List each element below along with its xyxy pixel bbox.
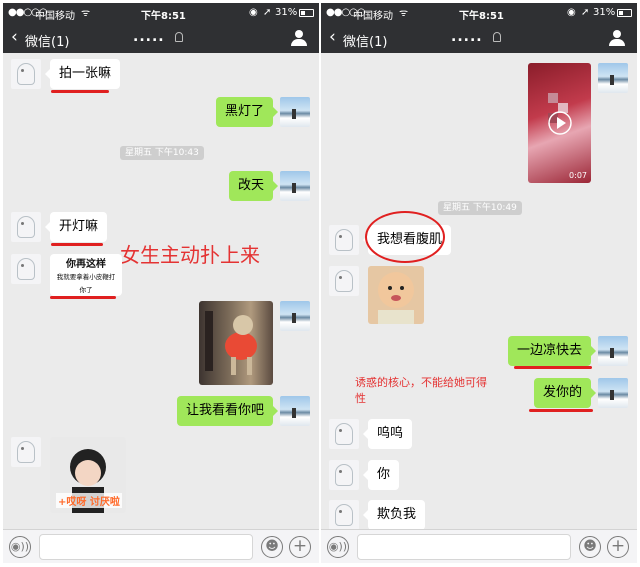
photo-message[interactable] bbox=[199, 301, 273, 385]
annotation-underline bbox=[529, 409, 593, 412]
timestamp: 星期五 下午10:49 bbox=[438, 201, 522, 215]
message-input[interactable] bbox=[357, 534, 571, 560]
nav-bar: ‹ 微信(1) ..... bbox=[3, 23, 319, 53]
chat-title: ..... bbox=[451, 29, 483, 45]
contact-avatar[interactable] bbox=[11, 212, 41, 242]
input-toolbar: ◉)) ☻ + bbox=[3, 529, 319, 563]
emoji-icon[interactable]: ☻ bbox=[261, 536, 283, 558]
annotation-underline bbox=[514, 366, 592, 369]
contact-info-icon[interactable] bbox=[609, 30, 625, 46]
contact-avatar[interactable] bbox=[11, 254, 41, 284]
wifi-icon: ᯤ bbox=[81, 8, 91, 19]
rotation-lock-icon: ◉ bbox=[567, 7, 576, 18]
nav-bar: ‹ 微信(1) ..... bbox=[321, 23, 637, 53]
battery-percent: 31% bbox=[593, 7, 616, 18]
video-play-icon bbox=[548, 93, 572, 135]
voice-input-icon[interactable]: ◉)) bbox=[327, 536, 349, 558]
sticker-image[interactable]: 你再这样 我就要拿着小皮鞭打你了 bbox=[50, 254, 122, 296]
back-chevron-icon[interactable]: ‹ bbox=[329, 28, 336, 46]
status-bar: ●●○○○ 中国移动 ᯤ 下午8:51 ◉ ➚ 31% bbox=[321, 3, 637, 23]
chat-title: ..... bbox=[133, 29, 165, 45]
status-time: 下午8:51 bbox=[141, 11, 186, 22]
carrier-label: 中国移动 bbox=[353, 11, 393, 22]
message-received[interactable]: 开灯嘛 bbox=[44, 212, 108, 242]
back-button[interactable]: 微信(1) bbox=[343, 31, 387, 50]
dog-photo-icon bbox=[205, 311, 257, 375]
message-received[interactable]: 你 bbox=[362, 460, 400, 490]
message-sent[interactable]: 改天 bbox=[228, 171, 279, 201]
self-avatar[interactable] bbox=[280, 301, 310, 331]
sticker-text: 你再这样 bbox=[66, 259, 106, 270]
annotation-underline bbox=[51, 90, 109, 93]
self-avatar[interactable] bbox=[598, 378, 628, 408]
annotation-line: 性 bbox=[355, 392, 366, 405]
status-bar: ●●○○○ 中国移动 ᯤ 下午8:51 ◉ ➚ 31% bbox=[3, 3, 319, 23]
self-avatar[interactable] bbox=[280, 97, 310, 127]
wifi-icon: ᯤ bbox=[399, 8, 409, 19]
message-sent[interactable]: 黑灯了 bbox=[215, 97, 279, 127]
sticker-image[interactable]: +哎呀 讨厌啦 bbox=[50, 437, 126, 513]
contact-avatar[interactable] bbox=[329, 225, 359, 255]
annotation-underline bbox=[50, 296, 116, 299]
battery-icon bbox=[617, 9, 632, 17]
annotation-circle bbox=[365, 211, 445, 263]
status-time: 下午8:51 bbox=[459, 11, 504, 22]
contact-avatar[interactable] bbox=[329, 460, 359, 490]
chat-screen-left: ●●○○○ 中国移动 ᯤ 下午8:51 ◉ ➚ 31% ‹ 微信(1) ....… bbox=[3, 3, 319, 563]
message-received[interactable]: 拍一张嘛 bbox=[44, 59, 121, 89]
battery-icon bbox=[299, 9, 314, 17]
back-chevron-icon[interactable]: ‹ bbox=[11, 28, 18, 46]
sticker-caption: +哎呀 讨厌啦 bbox=[56, 493, 122, 508]
annotation-text: 女生主动扑上来 bbox=[120, 243, 260, 267]
emoji-icon[interactable]: ☻ bbox=[579, 536, 601, 558]
location-icon: ➚ bbox=[581, 7, 590, 18]
plus-icon[interactable]: + bbox=[607, 536, 629, 558]
video-message[interactable]: 0:07 bbox=[528, 63, 591, 183]
contact-avatar[interactable] bbox=[329, 266, 359, 296]
self-avatar[interactable] bbox=[598, 336, 628, 366]
carrier-label: 中国移动 bbox=[35, 11, 75, 22]
voice-input-icon[interactable]: ◉)) bbox=[9, 536, 31, 558]
annotation-line: 诱惑的核心，不能给她可得 bbox=[355, 376, 487, 389]
self-avatar[interactable] bbox=[280, 171, 310, 201]
contact-avatar[interactable] bbox=[329, 500, 359, 530]
child-face-sticker-icon bbox=[378, 272, 414, 324]
message-received[interactable]: 欺负我 bbox=[362, 500, 426, 530]
video-duration: 0:07 bbox=[569, 171, 587, 180]
plus-icon[interactable]: + bbox=[289, 536, 311, 558]
mute-icon bbox=[175, 32, 183, 42]
back-button[interactable]: 微信(1) bbox=[25, 31, 69, 50]
input-toolbar: ◉)) ☻ + bbox=[321, 529, 637, 563]
mute-icon bbox=[493, 32, 501, 42]
message-sent[interactable]: 让我看看你吧 bbox=[176, 396, 279, 426]
battery-percent: 31% bbox=[275, 7, 298, 18]
sticker-text: 我就要拿着小皮鞭打你了 bbox=[56, 273, 116, 294]
contact-info-icon[interactable] bbox=[291, 30, 307, 46]
message-sent[interactable]: 一边凉快去 bbox=[507, 336, 597, 366]
timestamp: 星期五 下午10:43 bbox=[120, 146, 204, 160]
rotation-lock-icon: ◉ bbox=[249, 7, 258, 18]
message-input[interactable] bbox=[39, 534, 253, 560]
contact-avatar[interactable] bbox=[11, 437, 41, 467]
message-received[interactable]: 呜呜 bbox=[362, 419, 413, 449]
self-avatar[interactable] bbox=[598, 63, 628, 93]
self-avatar[interactable] bbox=[280, 396, 310, 426]
contact-avatar[interactable] bbox=[11, 59, 41, 89]
annotation-underline bbox=[51, 243, 103, 246]
chat-screen-right: ●●○○○ 中国移动 ᯤ 下午8:51 ◉ ➚ 31% ‹ 微信(1) ....… bbox=[321, 3, 637, 563]
annotation-text: 诱惑的核心，不能给她可得 性 bbox=[355, 375, 487, 407]
sticker-image[interactable] bbox=[368, 266, 424, 324]
message-sent[interactable]: 发你的 bbox=[533, 378, 597, 408]
location-icon: ➚ bbox=[263, 7, 272, 18]
contact-avatar[interactable] bbox=[329, 419, 359, 449]
